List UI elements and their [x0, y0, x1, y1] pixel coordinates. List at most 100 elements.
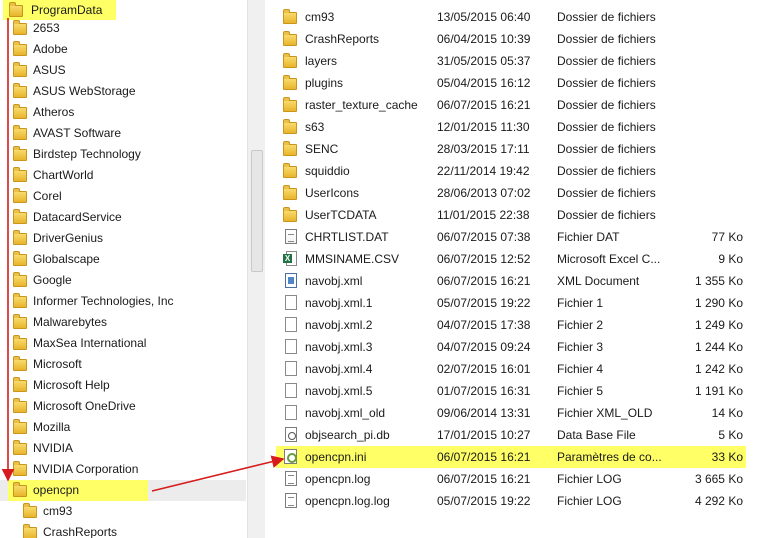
file-name: objsearch_pi.db — [305, 428, 390, 442]
file-size: 1 290 Ko — [694, 296, 743, 310]
tree-item-corel[interactable]: Corel — [0, 186, 246, 207]
file-row-usericons[interactable]: UserIcons 28/06/2013 07:02 Dossier de fi… — [265, 182, 757, 204]
folder-icon — [13, 314, 33, 332]
tree-item-chartworld[interactable]: ChartWorld — [0, 165, 246, 186]
folder-icon — [283, 9, 299, 25]
navigation-tree: ProgramData 2653 Adobe ASUS ASUS WebStor… — [0, 0, 246, 538]
db-file-icon — [283, 427, 299, 443]
file-date: 09/06/2014 13:31 — [437, 406, 531, 420]
file-date: 06/07/2015 12:52 — [437, 252, 531, 266]
tree-item-mozilla[interactable]: Mozilla — [0, 417, 246, 438]
tree-item-label: Google — [33, 273, 72, 287]
file-row-raster-texture-cache[interactable]: raster_texture_cache 06/07/2015 16:21 Do… — [265, 94, 757, 116]
file-row-cm93[interactable]: cm93 13/05/2015 06:40 Dossier de fichier… — [265, 6, 757, 28]
folder-icon — [23, 524, 43, 538]
tree-item-label: cm93 — [43, 504, 73, 518]
folder-icon — [13, 461, 33, 479]
file-name: UserIcons — [305, 186, 360, 200]
file-row-mmsiname-csv[interactable]: X MMSINAME.CSV 06/07/2015 12:52 Microsof… — [265, 248, 757, 270]
file-row-opencpn-ini[interactable]: opencpn.ini 06/07/2015 16:21 Paramètres … — [276, 446, 746, 468]
file-type: Dossier de fichiers — [557, 164, 656, 178]
folder-icon — [13, 209, 33, 227]
file-icon — [283, 361, 299, 377]
file-row-navobj-xml[interactable]: navobj.xml 06/07/2015 16:21 XML Document… — [265, 270, 757, 292]
tree-item-asus-webstorage[interactable]: ASUS WebStorage — [0, 81, 246, 102]
file-row-opencpn-log-log[interactable]: opencpn.log.log 05/07/2015 19:22 Fichier… — [265, 490, 757, 512]
folder-icon — [13, 20, 33, 38]
file-size: 1 249 Ko — [694, 318, 743, 332]
file-row-navobj-xml-5[interactable]: navobj.xml.5 01/07/2015 16:31 Fichier 5 … — [265, 380, 757, 402]
file-row-senc[interactable]: SENC 28/03/2015 17:11 Dossier de fichier… — [265, 138, 757, 160]
file-size: 1 355 Ko — [694, 274, 743, 288]
tree-item-label: ProgramData — [31, 3, 103, 17]
tree-item-nvidia[interactable]: NVIDIA — [0, 438, 246, 459]
file-date: 06/07/2015 16:21 — [437, 450, 531, 464]
file-row-s63[interactable]: s63 12/01/2015 11:30 Dossier de fichiers — [265, 116, 757, 138]
file-date: 13/05/2015 06:40 — [437, 10, 531, 24]
file-list: cm93 13/05/2015 06:40 Dossier de fichier… — [265, 0, 757, 538]
file-date: 05/07/2015 19:22 — [437, 296, 531, 310]
tree-item-opencpn[interactable]: opencpn — [0, 480, 246, 501]
tree-item-cm93[interactable]: cm93 — [0, 501, 246, 522]
file-type: Fichier 5 — [557, 384, 604, 398]
file-row-plugins[interactable]: plugins 05/04/2015 16:12 Dossier de fich… — [265, 72, 757, 94]
file-row-objsearch-db[interactable]: objsearch_pi.db 17/01/2015 10:27 Data Ba… — [265, 424, 757, 446]
tree-item-atheros[interactable]: Atheros — [0, 102, 246, 123]
folder-icon — [283, 53, 299, 69]
file-name: navobj.xml.4 — [305, 362, 373, 376]
file-size: 1 191 Ko — [694, 384, 743, 398]
tree-item-maxsea-international[interactable]: MaxSea International — [0, 333, 246, 354]
file-date: 05/07/2015 19:22 — [437, 494, 531, 508]
file-row-opencpn-log[interactable]: opencpn.log 06/07/2015 16:21 Fichier LOG… — [265, 468, 757, 490]
tree-item-microsoft[interactable]: Microsoft — [0, 354, 246, 375]
tree-item-drivergenius[interactable]: DriverGenius — [0, 228, 246, 249]
scrollbar-thumb[interactable] — [251, 150, 263, 272]
file-date: 12/01/2015 11:30 — [437, 120, 530, 134]
folder-icon — [13, 356, 33, 374]
file-date: 31/05/2015 05:37 — [437, 54, 531, 68]
file-row-navobj-xml-1[interactable]: navobj.xml.1 05/07/2015 19:22 Fichier 1 … — [265, 292, 757, 314]
tree-item-crashreports[interactable]: CrashReports — [0, 522, 246, 538]
file-row-navobj-xml-3[interactable]: navobj.xml.3 04/07/2015 09:24 Fichier 3 … — [265, 336, 757, 358]
file-row-navobj-xml-old[interactable]: navobj.xml_old 09/06/2014 13:31 Fichier … — [265, 402, 757, 424]
folder-icon — [13, 293, 33, 311]
tree-item-adobe[interactable]: Adobe — [0, 39, 246, 60]
tree-item-avast-software[interactable]: AVAST Software — [0, 123, 246, 144]
tree-scrollbar[interactable] — [247, 0, 265, 538]
file-type: Dossier de fichiers — [557, 186, 656, 200]
file-name: raster_texture_cache — [305, 98, 418, 112]
tree-item-2653[interactable]: 2653 — [0, 18, 246, 39]
tree-item-label: 2653 — [33, 21, 60, 35]
tree-item-nvidia-corporation[interactable]: NVIDIA Corporation — [0, 459, 246, 480]
file-name: layers — [305, 54, 338, 68]
file-row-navobj-xml-2[interactable]: navobj.xml.2 04/07/2015 17:38 Fichier 2 … — [265, 314, 757, 336]
file-name: plugins — [305, 76, 344, 90]
tree-item-globalscape[interactable]: Globalscape — [0, 249, 246, 270]
folder-icon — [283, 75, 299, 91]
file-icon — [283, 295, 299, 311]
folder-icon — [13, 83, 33, 101]
file-row-usertcdata[interactable]: UserTCDATA 11/01/2015 22:38 Dossier de f… — [265, 204, 757, 226]
log-file-icon — [283, 493, 299, 509]
file-name: SENC — [305, 142, 339, 156]
tree-item-microsoft-help[interactable]: Microsoft Help — [0, 375, 246, 396]
tree-item-datacardservice[interactable]: DatacardService — [0, 207, 246, 228]
tree-item-asus[interactable]: ASUS — [0, 60, 246, 81]
file-row-chrtlist-dat[interactable]: CHRTLIST.DAT 06/07/2015 07:38 Fichier DA… — [265, 226, 757, 248]
file-row-squiddio[interactable]: squiddio 22/11/2014 19:42 Dossier de fic… — [265, 160, 757, 182]
tree-item-informer-technologies[interactable]: Informer Technologies, Inc — [0, 291, 246, 312]
tree-item-label: DriverGenius — [33, 231, 104, 245]
folder-icon — [13, 230, 33, 248]
file-type: Dossier de fichiers — [557, 142, 656, 156]
file-row-crashreports[interactable]: CrashReports 06/04/2015 10:39 Dossier de… — [265, 28, 757, 50]
tree-item-label: Microsoft — [33, 357, 82, 371]
file-icon — [283, 339, 299, 355]
folder-icon — [13, 377, 33, 395]
file-row-layers[interactable]: layers 31/05/2015 05:37 Dossier de fichi… — [265, 50, 757, 72]
tree-item-birdstep-technology[interactable]: Birdstep Technology — [0, 144, 246, 165]
tree-item-malwarebytes[interactable]: Malwarebytes — [0, 312, 246, 333]
folder-icon — [13, 104, 33, 122]
file-row-navobj-xml-4[interactable]: navobj.xml.4 02/07/2015 16:01 Fichier 4 … — [265, 358, 757, 380]
tree-item-microsoft-onedrive[interactable]: Microsoft OneDrive — [0, 396, 246, 417]
tree-item-google[interactable]: Google — [0, 270, 246, 291]
